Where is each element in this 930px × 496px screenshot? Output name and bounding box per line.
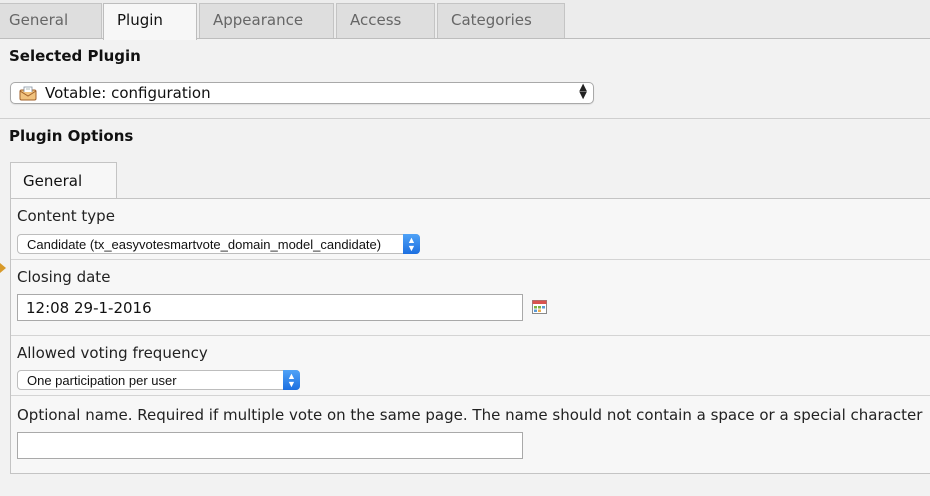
closing-date-label: Closing date [17, 268, 111, 286]
voting-frequency-value: One participation per user [27, 373, 177, 388]
tab-categories[interactable]: Categories [437, 3, 565, 38]
content-type-select[interactable]: Candidate (tx_easyvotesmartvote_domain_m… [17, 234, 420, 254]
select-arrows-icon: ▲ ▼ [579, 82, 587, 101]
optional-name-label: Optional name. Required if multiple vote… [17, 406, 923, 424]
tab-access[interactable]: Access [336, 3, 435, 38]
field-divider [11, 259, 930, 260]
plugin-select-value: Votable: configuration [45, 84, 211, 102]
tab-content: Selected Plugin Votable: configuration ▲… [0, 39, 930, 496]
closing-date-value: 12:08 29-1-2016 [26, 299, 152, 317]
closing-date-input[interactable]: 12:08 29-1-2016 [17, 294, 523, 321]
field-divider [11, 395, 930, 396]
select-arrows-icon: ▲ ▼ [283, 370, 300, 390]
tab-plugin[interactable]: Plugin [103, 3, 197, 40]
optional-name-input[interactable] [17, 432, 523, 459]
field-marker-icon [0, 263, 6, 273]
plugin-envelope-icon [19, 86, 37, 101]
section-divider [0, 118, 930, 119]
select-arrows-icon: ▲ ▼ [403, 234, 420, 254]
field-divider [11, 335, 930, 336]
top-tab-bar: General Plugin Appearance Access Categor… [0, 0, 930, 40]
plugin-options-heading: Plugin Options [9, 127, 134, 145]
plugin-select[interactable]: Votable: configuration ▲ ▼ [10, 82, 594, 104]
plugin-options-panel: Content type Candidate (tx_easyvotesmart… [10, 198, 930, 474]
content-type-label: Content type [17, 207, 115, 225]
voting-frequency-label: Allowed voting frequency [17, 344, 208, 362]
calendar-icon[interactable] [532, 300, 547, 314]
content-type-value: Candidate (tx_easyvotesmartvote_domain_m… [27, 237, 382, 252]
tab-appearance[interactable]: Appearance [199, 3, 334, 38]
voting-frequency-select[interactable]: One participation per user ▲ ▼ [17, 370, 300, 390]
selected-plugin-heading: Selected Plugin [9, 47, 141, 65]
options-tab-general[interactable]: General [10, 162, 117, 199]
tab-general[interactable]: General [0, 3, 102, 38]
